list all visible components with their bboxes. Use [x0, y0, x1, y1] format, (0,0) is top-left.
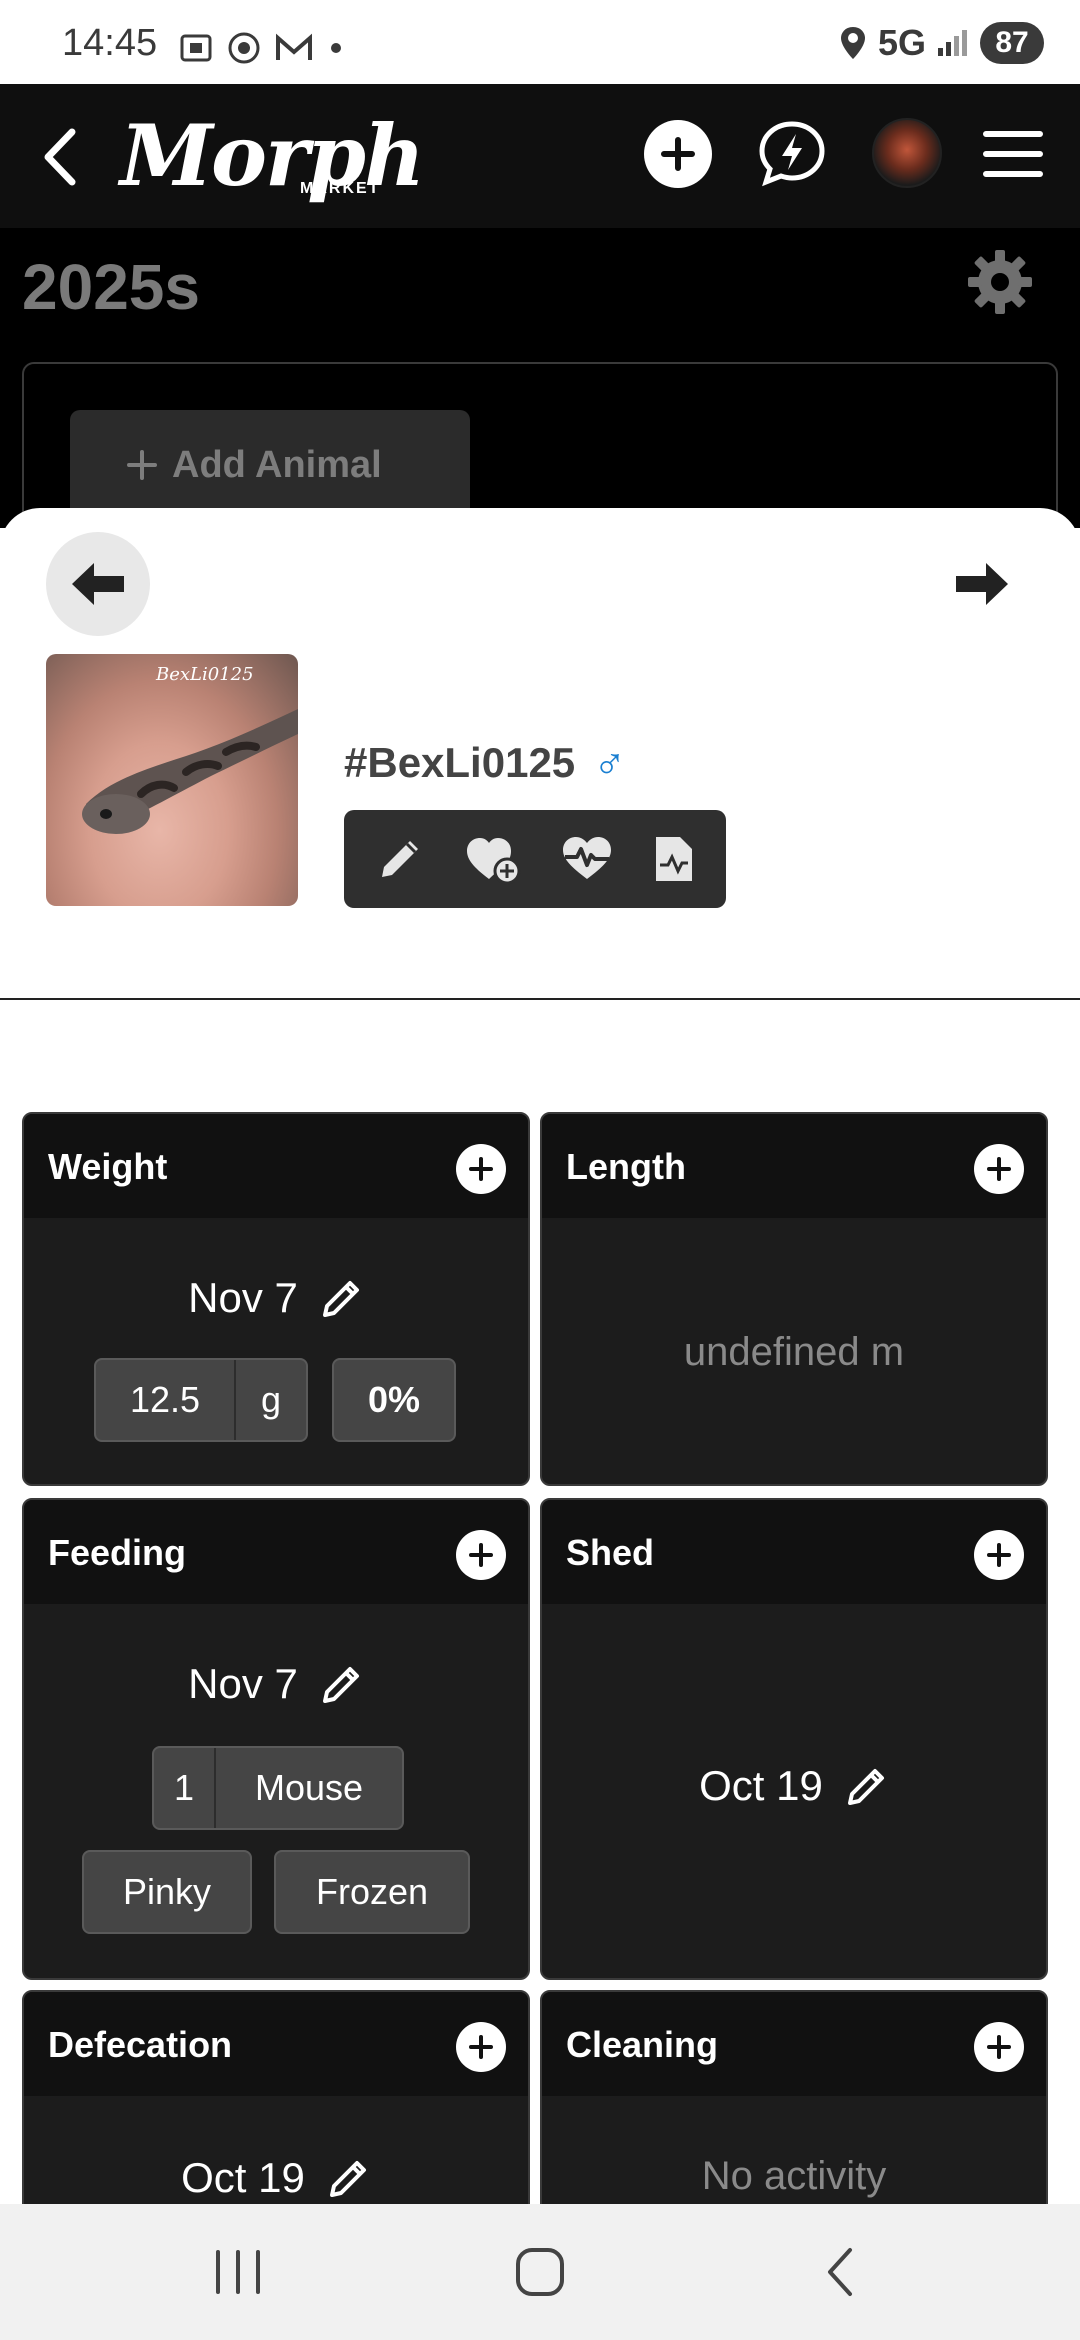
plus-icon — [987, 1543, 1011, 1567]
cleaning-value: No activity — [701, 2154, 887, 2198]
plus-icon — [469, 2035, 493, 2059]
weight-unit: g — [260, 1379, 282, 1420]
weight-date: Nov 7 — [188, 1274, 298, 1321]
dot-icon — [331, 43, 341, 53]
arrow-right-icon — [956, 563, 1008, 605]
edit-pencil-icon[interactable] — [845, 1764, 889, 1808]
add-weight-button[interactable] — [456, 1144, 506, 1194]
edit-pencil-icon[interactable] — [320, 1276, 364, 1320]
logo-subtitle: MARKET — [300, 180, 381, 197]
edit-pencil-icon[interactable] — [374, 833, 426, 885]
add-shed-button[interactable] — [974, 1530, 1024, 1580]
feeding-prey: 1 Mouse — [152, 1746, 404, 1830]
cleaning-title: Cleaning — [566, 2024, 719, 2065]
add-animal-button[interactable]: Add Animal — [70, 410, 470, 520]
shed-title: Shed — [566, 1532, 655, 1573]
weight-value: 12.5 g — [94, 1358, 308, 1442]
signal-icon — [938, 30, 967, 56]
heartbeat-icon[interactable] — [559, 833, 615, 885]
feeding-prey-state: Frozen — [274, 1850, 470, 1934]
app-header: Morph MARKET — [0, 84, 1080, 228]
plus-icon — [987, 1157, 1011, 1181]
messages-icon[interactable] — [756, 118, 828, 190]
location-icon — [840, 27, 865, 59]
back-arrow-icon[interactable] — [36, 122, 86, 192]
notification-icons — [178, 30, 346, 66]
add-animal-label: Add Animal — [172, 443, 382, 486]
animal-photo[interactable]: BexLi0125 — [46, 654, 298, 906]
gmail-icon — [276, 33, 312, 60]
plus-icon — [127, 450, 157, 480]
shed-card: Shed Oct 19 — [540, 1498, 1048, 1980]
defecation-title: Defecation — [48, 2024, 233, 2065]
plus-icon — [469, 1157, 493, 1181]
system-navigation-bar — [0, 2204, 1080, 2340]
section-divider — [0, 998, 1080, 1000]
snake-photo-illustration — [82, 709, 298, 834]
weight-card: Weight Nov 7 12.5 g 0% — [22, 1112, 530, 1486]
screenshot-icon — [180, 34, 212, 62]
length-title: Length — [566, 1146, 686, 1187]
health-document-icon[interactable] — [652, 833, 696, 885]
add-listing-button[interactable] — [644, 120, 712, 188]
home-icon[interactable] — [510, 2242, 570, 2302]
add-cleaning-button[interactable] — [974, 2022, 1024, 2072]
animal-id: #BexLi0125 — [344, 739, 576, 786]
defecation-date: Oct 19 — [181, 2154, 305, 2201]
battery-indicator: 87 — [980, 22, 1044, 64]
edit-pencil-icon[interactable] — [320, 1662, 364, 1706]
edit-pencil-icon[interactable] — [327, 2156, 371, 2200]
feeding-prey-size: Pinky — [82, 1850, 252, 1934]
page-title: 2025s — [22, 251, 200, 323]
add-health-heart-icon[interactable] — [463, 833, 523, 885]
weight-title: Weight — [48, 1146, 168, 1187]
gear-icon[interactable] — [966, 248, 1034, 316]
feeding-card: Feeding Nov 7 1 Mouse Pinky Frozen — [22, 1498, 530, 1980]
status-bar: 14:45 5G 87 — [0, 0, 1080, 84]
previous-animal-button[interactable] — [46, 532, 150, 636]
weight-change: 0% — [332, 1358, 456, 1442]
arrow-left-icon — [72, 563, 124, 605]
feeding-date: Nov 7 — [188, 1660, 298, 1707]
animal-action-bar — [344, 810, 726, 908]
next-animal-button[interactable] — [930, 532, 1034, 636]
add-feeding-button[interactable] — [456, 1530, 506, 1580]
hamburger-menu-icon[interactable] — [982, 128, 1044, 180]
record-icon — [228, 32, 260, 64]
user-avatar[interactable] — [872, 118, 942, 188]
system-back-icon[interactable] — [812, 2242, 872, 2302]
plus-icon — [987, 2035, 1011, 2059]
plus-icon — [469, 1543, 493, 1567]
length-value: undefined m — [683, 1330, 905, 1374]
feeding-count: 1 — [154, 1748, 216, 1828]
photo-watermark: BexLi0125 — [156, 664, 254, 685]
feeding-prey-type: Mouse — [254, 1767, 364, 1808]
male-sex-icon: ♂ — [593, 738, 627, 787]
add-defecation-button[interactable] — [456, 2022, 506, 2072]
recent-apps-icon[interactable] — [208, 2242, 268, 2302]
network-type: 5G — [877, 22, 926, 63]
add-length-button[interactable] — [974, 1144, 1024, 1194]
shed-date: Oct 19 — [699, 1762, 823, 1809]
plus-icon — [661, 137, 695, 171]
feeding-title: Feeding — [48, 1532, 187, 1573]
length-card: Length undefined m — [540, 1112, 1048, 1486]
status-time: 14:45 — [62, 22, 158, 64]
